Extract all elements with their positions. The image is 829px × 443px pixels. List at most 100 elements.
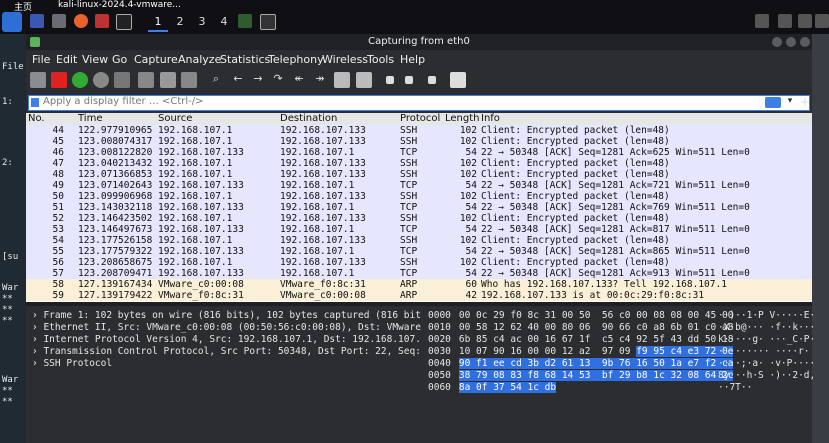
terminal-launcher-icon[interactable]	[30, 14, 44, 28]
column-no[interactable]: No.	[28, 113, 45, 124]
packet-row[interactable]: 44 122.977910965 192.168.107.1 192.168.107.…	[26, 125, 812, 136]
workspace-3[interactable]: 3	[192, 14, 212, 30]
packet-row[interactable]: 50 123.099906968 192.168.107.1 192.168.107.…	[26, 191, 812, 202]
files-launcher-icon[interactable]	[52, 14, 66, 28]
volume-icon[interactable]	[778, 14, 792, 28]
detail-ethernet[interactable]: › Ethernet II, Src: VMware_c0:00:08 (00:…	[32, 322, 421, 333]
column-length[interactable]: Length	[445, 113, 480, 124]
packet-details-pane[interactable]: › Frame 1: 102 bytes on wire (816 bits),…	[26, 306, 424, 443]
packet-row[interactable]: 45 123.008074317 192.168.107.1 192.168.107.…	[26, 136, 812, 147]
packet-row[interactable]: 51 123.143032118 192.168.107.133 192.168.10…	[26, 202, 812, 213]
maximize-button[interactable]	[786, 37, 796, 47]
menu-help[interactable]: Help	[400, 53, 425, 66]
go-forward-icon[interactable]: →	[250, 72, 266, 88]
workspace-2[interactable]: 2	[170, 14, 190, 30]
close-button[interactable]	[800, 37, 810, 47]
normal-size-icon[interactable]	[428, 76, 436, 84]
workspace-1[interactable]: 1	[148, 14, 168, 32]
hex-line[interactable]: 0050 38 79 08 83 f8 68 14 53 bf 29 b8 1c …	[428, 370, 815, 382]
capture-options-icon[interactable]	[93, 72, 109, 88]
detail-frame[interactable]: › Frame 1: 102 bytes on wire (816 bits),…	[32, 310, 421, 321]
terminal-window-icon[interactable]	[116, 14, 132, 30]
menu-view[interactable]: View	[82, 53, 108, 66]
menu-telephony[interactable]: Telephony	[268, 53, 324, 66]
firefox-launcher-icon[interactable]	[74, 14, 88, 28]
apply-filter-icon[interactable]	[765, 97, 781, 108]
open-file-icon[interactable]	[114, 72, 130, 88]
packet-row[interactable]: 55 123.177579322 192.168.107.133 192.168.10…	[26, 246, 812, 257]
window-task-icon[interactable]	[260, 14, 276, 30]
zoom-in-icon[interactable]	[386, 76, 394, 84]
packet-row[interactable]: 52 123.146423502 192.168.107.1 192.168.107.…	[26, 213, 812, 224]
column-source[interactable]: Source	[158, 113, 192, 124]
packet-row[interactable]: 48 123.071366853 192.168.107.1 192.168.107.…	[26, 169, 812, 180]
detail-tcp[interactable]: › Transmission Control Protocol, Src Por…	[32, 346, 421, 357]
main-toolbar: ⌕ ← → ↷ ↞ ↠	[26, 68, 812, 94]
wireshark-task-icon[interactable]	[238, 14, 252, 28]
detail-ipv4[interactable]: › Internet Protocol Version 4, Src: 192.…	[32, 334, 421, 345]
packet-row[interactable]: 54 123.177526158 192.168.107.1 192.168.107.…	[26, 235, 812, 246]
packet-row[interactable]: 56 123.208658675 192.168.107.1 192.168.107.…	[26, 257, 812, 268]
display-filter-input[interactable]: Apply a display filter … <Ctrl-/>	[43, 96, 204, 107]
column-time[interactable]: Time	[78, 113, 102, 124]
close-file-icon[interactable]	[160, 72, 176, 88]
workspace-4[interactable]: 4	[214, 14, 234, 30]
bookmark-icon[interactable]	[31, 98, 39, 107]
hex-line[interactable]: 0000 00 0c 29 f0 8c 31 00 50 56 c0 00 08 …	[428, 310, 815, 322]
packet-row[interactable]: 58 127.139167434 VMware_c0:00:08 VMware_f0:…	[26, 279, 812, 290]
filter-dropdown-icon[interactable]: ▾	[785, 96, 795, 110]
first-packet-icon[interactable]: ↞	[291, 72, 307, 88]
menu-analyze[interactable]: Analyze	[178, 53, 221, 66]
stop-capture-icon[interactable]	[51, 72, 67, 88]
packet-cell-len: 102	[459, 213, 477, 224]
save-file-icon[interactable]	[138, 72, 154, 88]
menu-wireless[interactable]: Wireless	[322, 53, 368, 66]
menu-tools[interactable]: Tools	[367, 53, 394, 66]
column-protocol[interactable]: Protocol	[400, 113, 440, 124]
menu-edit[interactable]: Edit	[56, 53, 77, 66]
last-packet-icon[interactable]: ↠	[312, 72, 328, 88]
zoom-out-icon[interactable]	[405, 76, 413, 84]
menu-file[interactable]: File	[32, 53, 50, 66]
menu-statistics[interactable]: Statistics	[220, 53, 270, 66]
display-filter-bar[interactable]: Apply a display filter … <Ctrl-/> ▾	[28, 95, 810, 111]
packet-row[interactable]: 59 127.139179422 VMware_f0:8c:31 VMware_c0:…	[26, 290, 812, 301]
power-icon[interactable]	[815, 14, 829, 28]
menu-capture[interactable]: Capture	[134, 53, 178, 66]
notification-bell-icon[interactable]	[798, 14, 812, 28]
shark-fin-start-icon[interactable]	[30, 72, 46, 88]
autoscroll-icon[interactable]	[334, 72, 350, 88]
packet-list[interactable]: 44 122.977910965 192.168.107.1 192.168.107.…	[26, 125, 812, 302]
bug-launcher-icon[interactable]	[95, 14, 109, 28]
reload-file-icon[interactable]	[181, 72, 197, 88]
colorize-icon[interactable]	[356, 72, 372, 88]
find-packet-icon[interactable]: ⌕	[208, 72, 224, 88]
go-back-icon[interactable]: ←	[230, 72, 246, 88]
packet-row[interactable]: 47 123.040213432 192.168.107.1 192.168.107.…	[26, 158, 812, 169]
hex-line[interactable]: 0020 6b 85 c4 ac 00 16 67 1f c5 c4 92 5f …	[428, 334, 815, 346]
display-icon[interactable]	[755, 14, 769, 28]
taskbar-tab-home[interactable]: 主页	[14, 0, 32, 13]
hex-line[interactable]: 0040 90 f1 ee cd 3b d2 61 13 9b 76 16 50 …	[428, 358, 815, 370]
kali-menu-icon[interactable]	[2, 12, 22, 32]
column-info[interactable]: Info	[481, 113, 500, 124]
minimize-button[interactable]	[772, 37, 782, 47]
hex-line[interactable]: 0030 10 07 90 16 00 00 12 a2 97 09 f9 95 …	[428, 346, 810, 358]
go-to-packet-icon[interactable]: ↷	[270, 72, 286, 88]
taskbar-tab-vm[interactable]: kali-linux-2024.4-vmware...	[58, 0, 181, 11]
add-filter-button[interactable]: +	[800, 95, 810, 109]
hex-line[interactable]: 0010 00 58 12 62 40 00 80 06 90 66 c0 a8 …	[428, 322, 815, 334]
packet-cell-time: 123.099906968	[78, 191, 153, 202]
packet-row[interactable]: 57 123.208709471 192.168.107.133 192.168.10…	[26, 268, 812, 279]
column-destination[interactable]: Destination	[280, 113, 337, 124]
packet-row[interactable]: 49 123.071402643 192.168.107.133 192.168.10…	[26, 180, 812, 191]
packet-cell-no: 59	[52, 290, 64, 301]
packet-row[interactable]: 46 123.008122820 192.168.107.133 192.168.10…	[26, 147, 812, 158]
packet-row[interactable]: 53 123.146497673 192.168.107.133 192.168.10…	[26, 224, 812, 235]
packet-bytes-pane[interactable]: 0000 00 0c 29 f0 8c 31 00 50 56 c0 00 08 …	[428, 306, 815, 443]
menu-go[interactable]: Go	[112, 53, 127, 66]
hex-line[interactable]: 0060 8a 0f 37 54 1c db ··7T··	[428, 382, 752, 394]
restart-capture-icon[interactable]	[72, 72, 88, 88]
resize-columns-icon[interactable]	[450, 72, 466, 88]
detail-ssh[interactable]: › SSH Protocol	[32, 358, 112, 369]
